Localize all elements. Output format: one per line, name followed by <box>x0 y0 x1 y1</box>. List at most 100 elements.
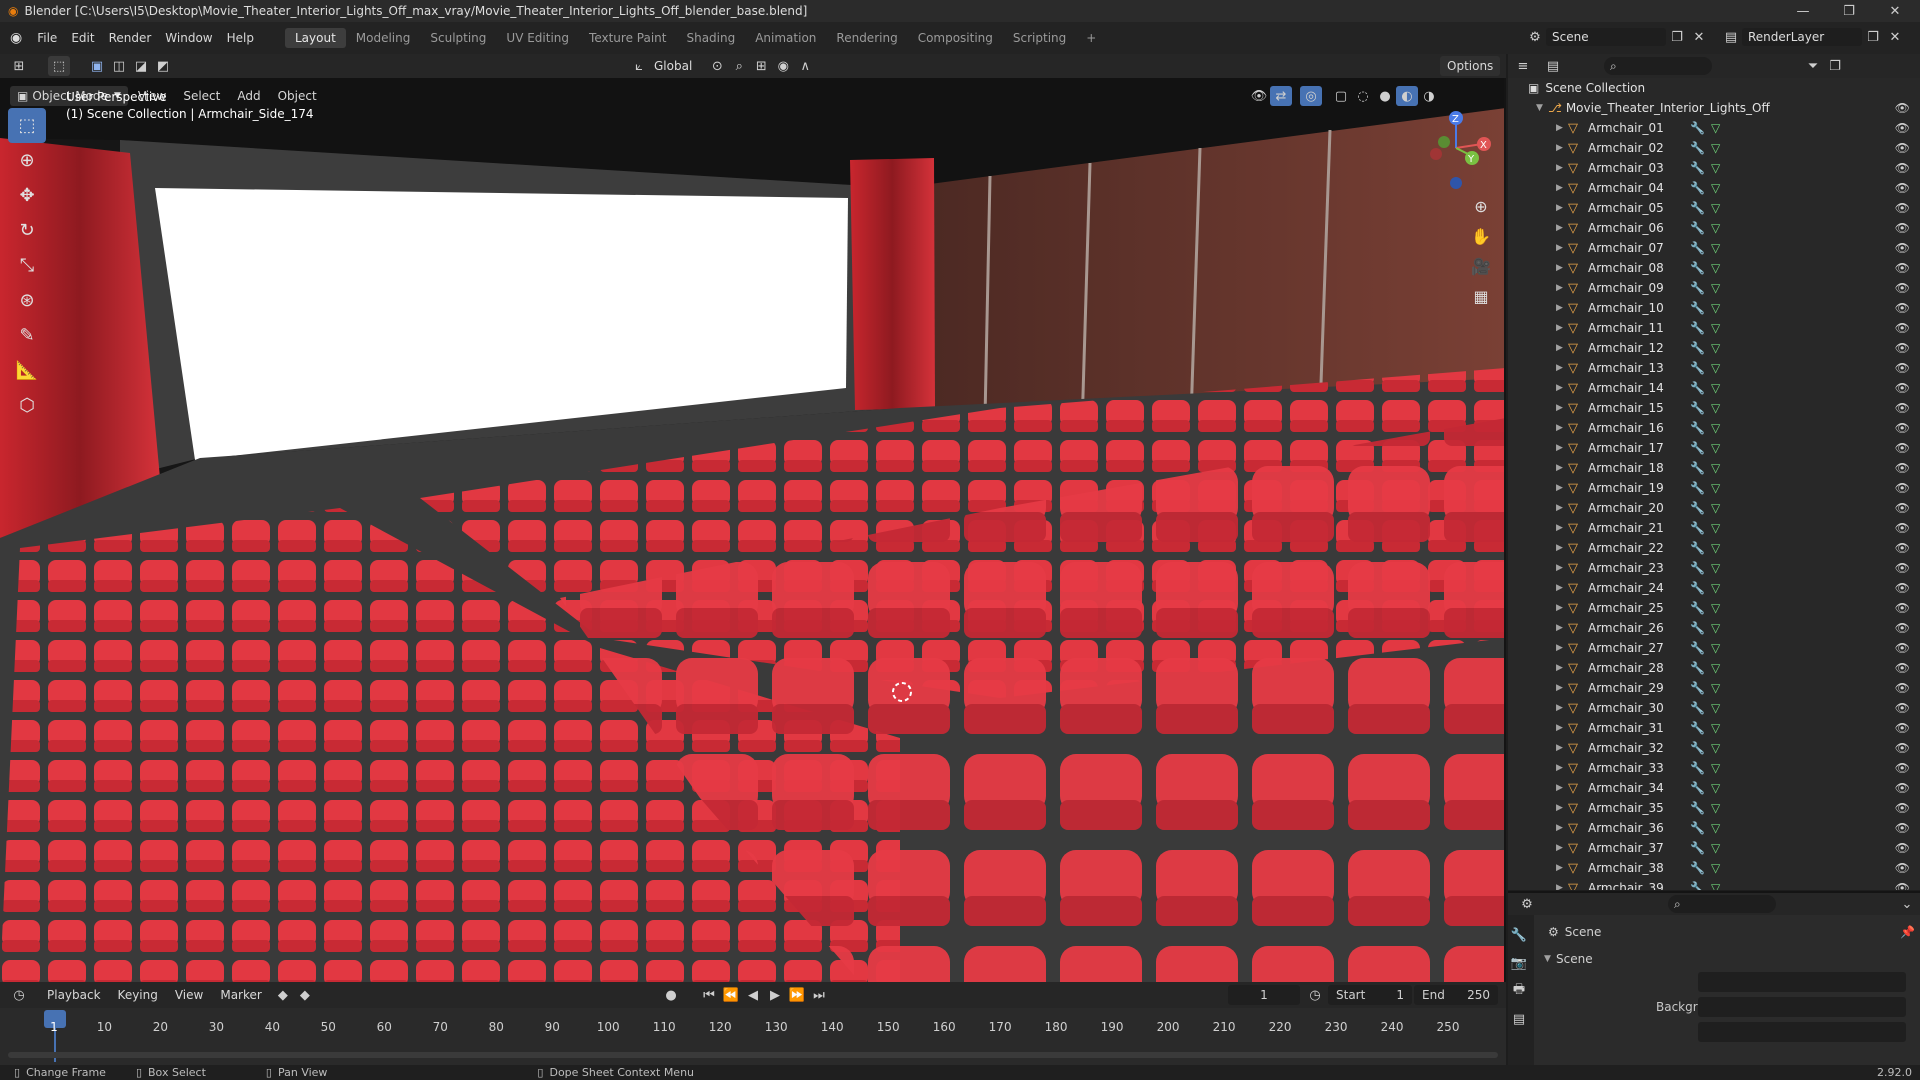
mesh-data-icon[interactable]: ▽ <box>1711 301 1720 315</box>
expand-arrow-icon[interactable]: ▼ <box>1544 954 1556 964</box>
modifier-icon[interactable]: 🔧 <box>1690 721 1705 735</box>
xray-icon[interactable]: ▢ <box>1330 86 1352 106</box>
modifier-icon[interactable]: 🔧 <box>1690 321 1705 335</box>
proportional-edit-icon[interactable]: ◉ <box>772 56 794 76</box>
outliner-object-row[interactable]: ▶ ▽ Armchair_22 🔧 ▽ 👁 <box>1508 538 1920 558</box>
mesh-data-icon[interactable]: ▽ <box>1711 321 1720 335</box>
expand-arrow-icon[interactable]: ▶ <box>1556 543 1568 553</box>
modifier-icon[interactable]: 🔧 <box>1690 881 1705 890</box>
eye-icon[interactable]: 👁 <box>1895 201 1910 215</box>
eye-icon[interactable]: 👁 <box>1895 721 1910 735</box>
eye-icon[interactable]: 👁 <box>1895 681 1910 695</box>
tab-compositing[interactable]: Compositing <box>908 28 1003 48</box>
mesh-data-icon[interactable]: ▽ <box>1711 141 1720 155</box>
eye-icon[interactable]: 👁 <box>1895 321 1910 335</box>
eye-icon[interactable]: 👁 <box>1895 661 1910 675</box>
add-workspace-button[interactable]: + <box>1076 28 1106 48</box>
wireframe-shading-icon[interactable]: ◌ <box>1352 86 1374 106</box>
outliner-object-row[interactable]: ▶ ▽ Armchair_17 🔧 ▽ 👁 <box>1508 438 1920 458</box>
mesh-data-icon[interactable]: ▽ <box>1711 801 1720 815</box>
expand-arrow-icon[interactable]: ▶ <box>1556 763 1568 773</box>
tab-sculpting[interactable]: Sculpting <box>420 28 496 48</box>
jump-start-icon[interactable]: ⏮ <box>698 985 720 1005</box>
record-icon[interactable]: ● <box>660 985 682 1005</box>
blender-menu-icon[interactable]: ◉ <box>0 30 30 46</box>
chevron-down-icon[interactable]: ⌄ <box>1896 894 1918 914</box>
outliner-object-row[interactable]: ▶ ▽ Armchair_34 🔧 ▽ 👁 <box>1508 778 1920 798</box>
outliner-editor-icon[interactable]: ≡ <box>1512 56 1534 76</box>
mesh-data-icon[interactable]: ▽ <box>1711 861 1720 875</box>
outliner-object-row[interactable]: ▶ ▽ Armchair_29 🔧 ▽ 👁 <box>1508 678 1920 698</box>
mesh-data-icon[interactable]: ▽ <box>1711 561 1720 575</box>
eye-icon[interactable]: 👁 <box>1895 541 1910 555</box>
modifier-icon[interactable]: 🔧 <box>1690 761 1705 775</box>
new-collection-icon[interactable]: ❐ <box>1824 56 1846 76</box>
expand-arrow-icon[interactable]: ▶ <box>1556 383 1568 393</box>
modifier-icon[interactable]: 🔧 <box>1690 141 1705 155</box>
modifier-icon[interactable]: 🔧 <box>1690 121 1705 135</box>
outliner-object-row[interactable]: ▶ ▽ Armchair_07 🔧 ▽ 👁 <box>1508 238 1920 258</box>
modifier-icon[interactable]: 🔧 <box>1690 341 1705 355</box>
eye-icon[interactable]: 👁 <box>1895 821 1910 835</box>
modifier-icon[interactable]: 🔧 <box>1690 421 1705 435</box>
modifier-icon[interactable]: 🔧 <box>1690 381 1705 395</box>
expand-arrow-icon[interactable]: ▶ <box>1556 623 1568 633</box>
expand-arrow-icon[interactable]: ▶ <box>1556 183 1568 193</box>
select-tool-icon[interactable]: ⬚ <box>48 56 70 76</box>
expand-arrow-icon[interactable]: ▶ <box>1556 403 1568 413</box>
view-layer-selector[interactable]: RenderLayer <box>1742 28 1862 46</box>
mesh-data-icon[interactable]: ▽ <box>1711 241 1720 255</box>
expand-arrow-icon[interactable]: ▶ <box>1556 223 1568 233</box>
expand-arrow-icon[interactable]: ▶ <box>1556 363 1568 373</box>
tab-scripting[interactable]: Scripting <box>1003 28 1076 48</box>
overlay-toggle-icon[interactable]: ◎ <box>1300 86 1322 106</box>
outliner-object-row[interactable]: ▶ ▽ Armchair_32 🔧 ▽ 👁 <box>1508 738 1920 758</box>
editor-type-icon[interactable]: ⊞ <box>8 56 30 76</box>
modifier-icon[interactable]: 🔧 <box>1690 821 1705 835</box>
expand-arrow-icon[interactable]: ▶ <box>1556 703 1568 713</box>
keyframe-prev-icon[interactable]: ◆ <box>272 985 294 1005</box>
expand-arrow-icon[interactable]: ▶ <box>1556 503 1568 513</box>
properties-search-input[interactable]: ⌕ <box>1668 895 1776 913</box>
modifier-icon[interactable]: 🔧 <box>1690 861 1705 875</box>
zoom-icon[interactable]: ⊕ <box>1466 192 1496 220</box>
menu-render[interactable]: Render <box>102 31 159 45</box>
mesh-data-icon[interactable]: ▽ <box>1711 181 1720 195</box>
snap-icon[interactable]: ⌕ <box>728 56 750 76</box>
output-tab-icon[interactable]: 🖶 <box>1508 981 1530 1001</box>
eye-icon[interactable]: 👁 <box>1895 241 1910 255</box>
tab-shading[interactable]: Shading <box>676 28 745 48</box>
timeline-scrollbar[interactable] <box>8 1052 1498 1058</box>
eye-icon[interactable]: 👁 <box>1895 841 1910 855</box>
mesh-data-icon[interactable]: ▽ <box>1711 881 1720 890</box>
expand-arrow-icon[interactable]: ▶ <box>1556 343 1568 353</box>
remove-scene-icon[interactable]: ✕ <box>1688 27 1710 47</box>
current-frame-field[interactable]: 1 <box>1228 985 1300 1005</box>
eye-icon[interactable]: 👁 <box>1895 701 1910 715</box>
mesh-data-icon[interactable]: ▽ <box>1711 621 1720 635</box>
outliner-object-row[interactable]: ▶ ▽ Armchair_03 🔧 ▽ 👁 <box>1508 158 1920 178</box>
outliner-object-row[interactable]: ▶ ▽ Armchair_21 🔧 ▽ 👁 <box>1508 518 1920 538</box>
expand-arrow-icon[interactable]: ▼ <box>1536 103 1548 113</box>
eye-icon[interactable]: 👁 <box>1895 421 1910 435</box>
outliner-object-row[interactable]: ▶ ▽ Armchair_05 🔧 ▽ 👁 <box>1508 198 1920 218</box>
outliner-object-row[interactable]: ▶ ▽ Armchair_37 🔧 ▽ 👁 <box>1508 838 1920 858</box>
new-scene-icon[interactable]: ❐ <box>1666 27 1688 47</box>
expand-arrow-icon[interactable]: ▶ <box>1556 303 1568 313</box>
start-frame-field[interactable]: Start 1 <box>1328 985 1412 1005</box>
modifier-icon[interactable]: 🔧 <box>1690 541 1705 555</box>
background-scene-field[interactable] <box>1698 997 1906 1017</box>
expand-arrow-icon[interactable]: ▶ <box>1556 883 1568 890</box>
solid-shading-icon[interactable]: ● <box>1374 86 1396 106</box>
eye-icon[interactable]: 👁 <box>1895 781 1910 795</box>
navigation-gizmo[interactable]: Z X Y <box>1422 108 1494 192</box>
mesh-data-icon[interactable]: ▽ <box>1711 281 1720 295</box>
expand-arrow-icon[interactable]: ▶ <box>1556 643 1568 653</box>
view-layer-icon[interactable]: ▤ <box>1720 27 1742 47</box>
eye-icon[interactable]: 👁 <box>1895 181 1910 195</box>
modifier-icon[interactable]: 🔧 <box>1690 641 1705 655</box>
outliner-object-row[interactable]: ▶ ▽ Armchair_14 🔧 ▽ 👁 <box>1508 378 1920 398</box>
outliner-object-row[interactable]: ▶ ▽ Armchair_12 🔧 ▽ 👁 <box>1508 338 1920 358</box>
outliner-search-input[interactable]: ⌕ <box>1604 57 1712 75</box>
mesh-data-icon[interactable]: ▽ <box>1711 821 1720 835</box>
